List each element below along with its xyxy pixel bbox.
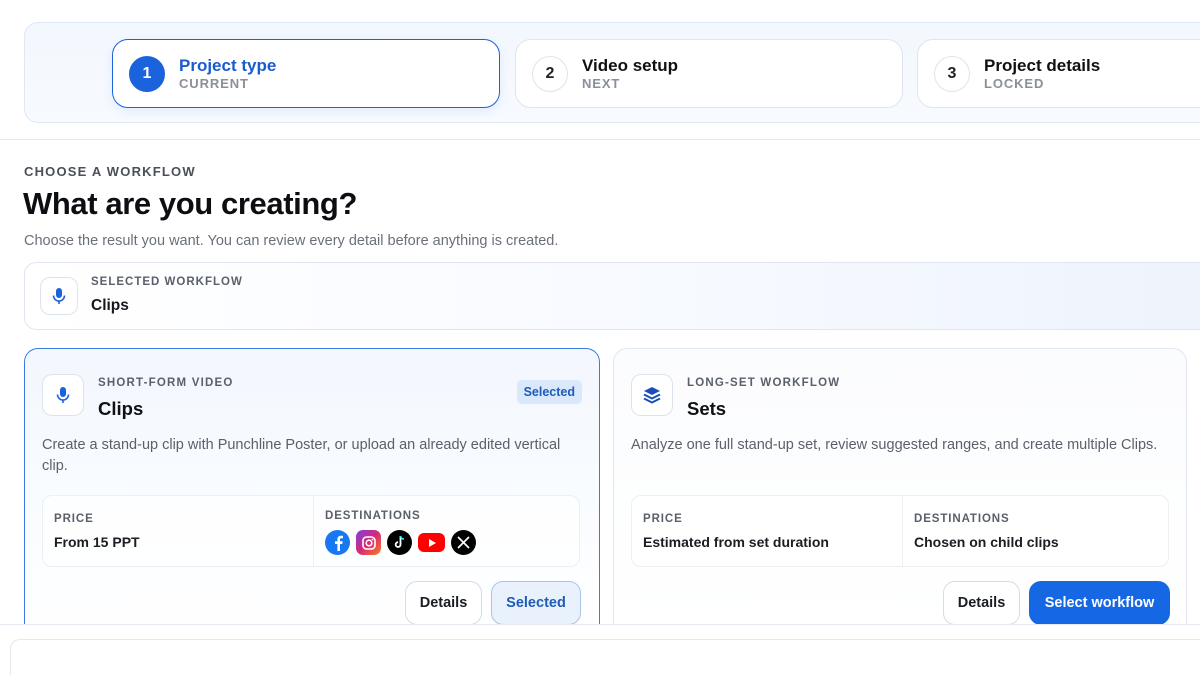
page-description: Choose the result you want. You can revi… (24, 233, 559, 249)
youtube-icon (418, 533, 445, 552)
step-title: Project details (984, 55, 1101, 75)
workflow-card-sets[interactable]: LONG-SET WORKFLOW Sets Analyze one full … (613, 348, 1187, 638)
step-project-type[interactable]: 1 Project type CURRENT (112, 39, 500, 108)
divider (0, 139, 1200, 140)
card-title: Sets (687, 398, 727, 419)
price-value: From 15 PPT (54, 534, 140, 550)
facebook-icon (325, 530, 350, 555)
microphone-icon (42, 374, 84, 416)
price-label: PRICE (643, 513, 683, 525)
step-project-details[interactable]: 3 Project details LOCKED (917, 39, 1200, 108)
selected-workflow-bar: SELECTED WORKFLOW Clips (24, 262, 1200, 330)
destination-icons (325, 530, 476, 555)
details-button[interactable]: Details (405, 581, 482, 625)
price-column: PRICE Estimated from set duration (632, 496, 902, 566)
card-eyebrow: LONG-SET WORKFLOW (687, 377, 841, 389)
step-number: 1 (129, 55, 165, 92)
price-column: PRICE From 15 PPT (43, 496, 313, 566)
selected-workflow-label: SELECTED WORKFLOW (91, 276, 243, 288)
step-number: 3 (934, 55, 970, 92)
card-info-box: PRICE Estimated from set duration DESTIN… (631, 495, 1169, 567)
stepper: 1 Project type CURRENT 2 Video setup NEX… (24, 22, 1200, 123)
destinations-label: DESTINATIONS (914, 513, 1010, 525)
microphone-icon (40, 277, 78, 315)
destinations-column: DESTINATIONS (313, 496, 579, 566)
page-title: What are you creating? (23, 186, 357, 221)
bottom-bar (0, 624, 1200, 675)
price-value: Estimated from set duration (643, 534, 829, 550)
destinations-column: DESTINATIONS Chosen on child clips (902, 496, 1168, 566)
selected-button[interactable]: Selected (491, 581, 581, 625)
step-number: 2 (532, 55, 568, 92)
step-status: LOCKED (984, 75, 1045, 91)
details-button[interactable]: Details (943, 581, 1020, 625)
workflow-card-clips[interactable]: SHORT-FORM VIDEO Clips Selected Create a… (24, 348, 600, 638)
card-description: Create a stand-up clip with Punchline Po… (42, 437, 561, 474)
tiktok-icon (387, 530, 412, 555)
card-eyebrow: SHORT-FORM VIDEO (98, 377, 234, 389)
step-video-setup[interactable]: 2 Video setup NEXT (515, 39, 903, 108)
destinations-value: Chosen on child clips (914, 534, 1059, 550)
select-workflow-button[interactable]: Select workflow (1029, 581, 1170, 625)
step-title: Project type (179, 55, 277, 75)
layers-icon (631, 374, 673, 416)
section-eyebrow: CHOOSE A WORKFLOW (24, 164, 196, 179)
card-description: Analyze one full stand-up set, review su… (631, 437, 1158, 453)
card-info-box: PRICE From 15 PPT DESTINATIONS (42, 495, 580, 567)
destinations-label: DESTINATIONS (325, 510, 421, 522)
instagram-icon (356, 530, 381, 555)
step-title: Video setup (582, 55, 679, 75)
step-status: NEXT (582, 75, 621, 91)
bottom-panel (10, 639, 1200, 675)
x-icon (451, 530, 476, 555)
selected-badge: Selected (516, 380, 582, 404)
price-label: PRICE (54, 513, 94, 525)
selected-workflow-value: Clips (91, 297, 129, 314)
step-status: CURRENT (179, 75, 249, 91)
card-title: Clips (98, 398, 144, 419)
